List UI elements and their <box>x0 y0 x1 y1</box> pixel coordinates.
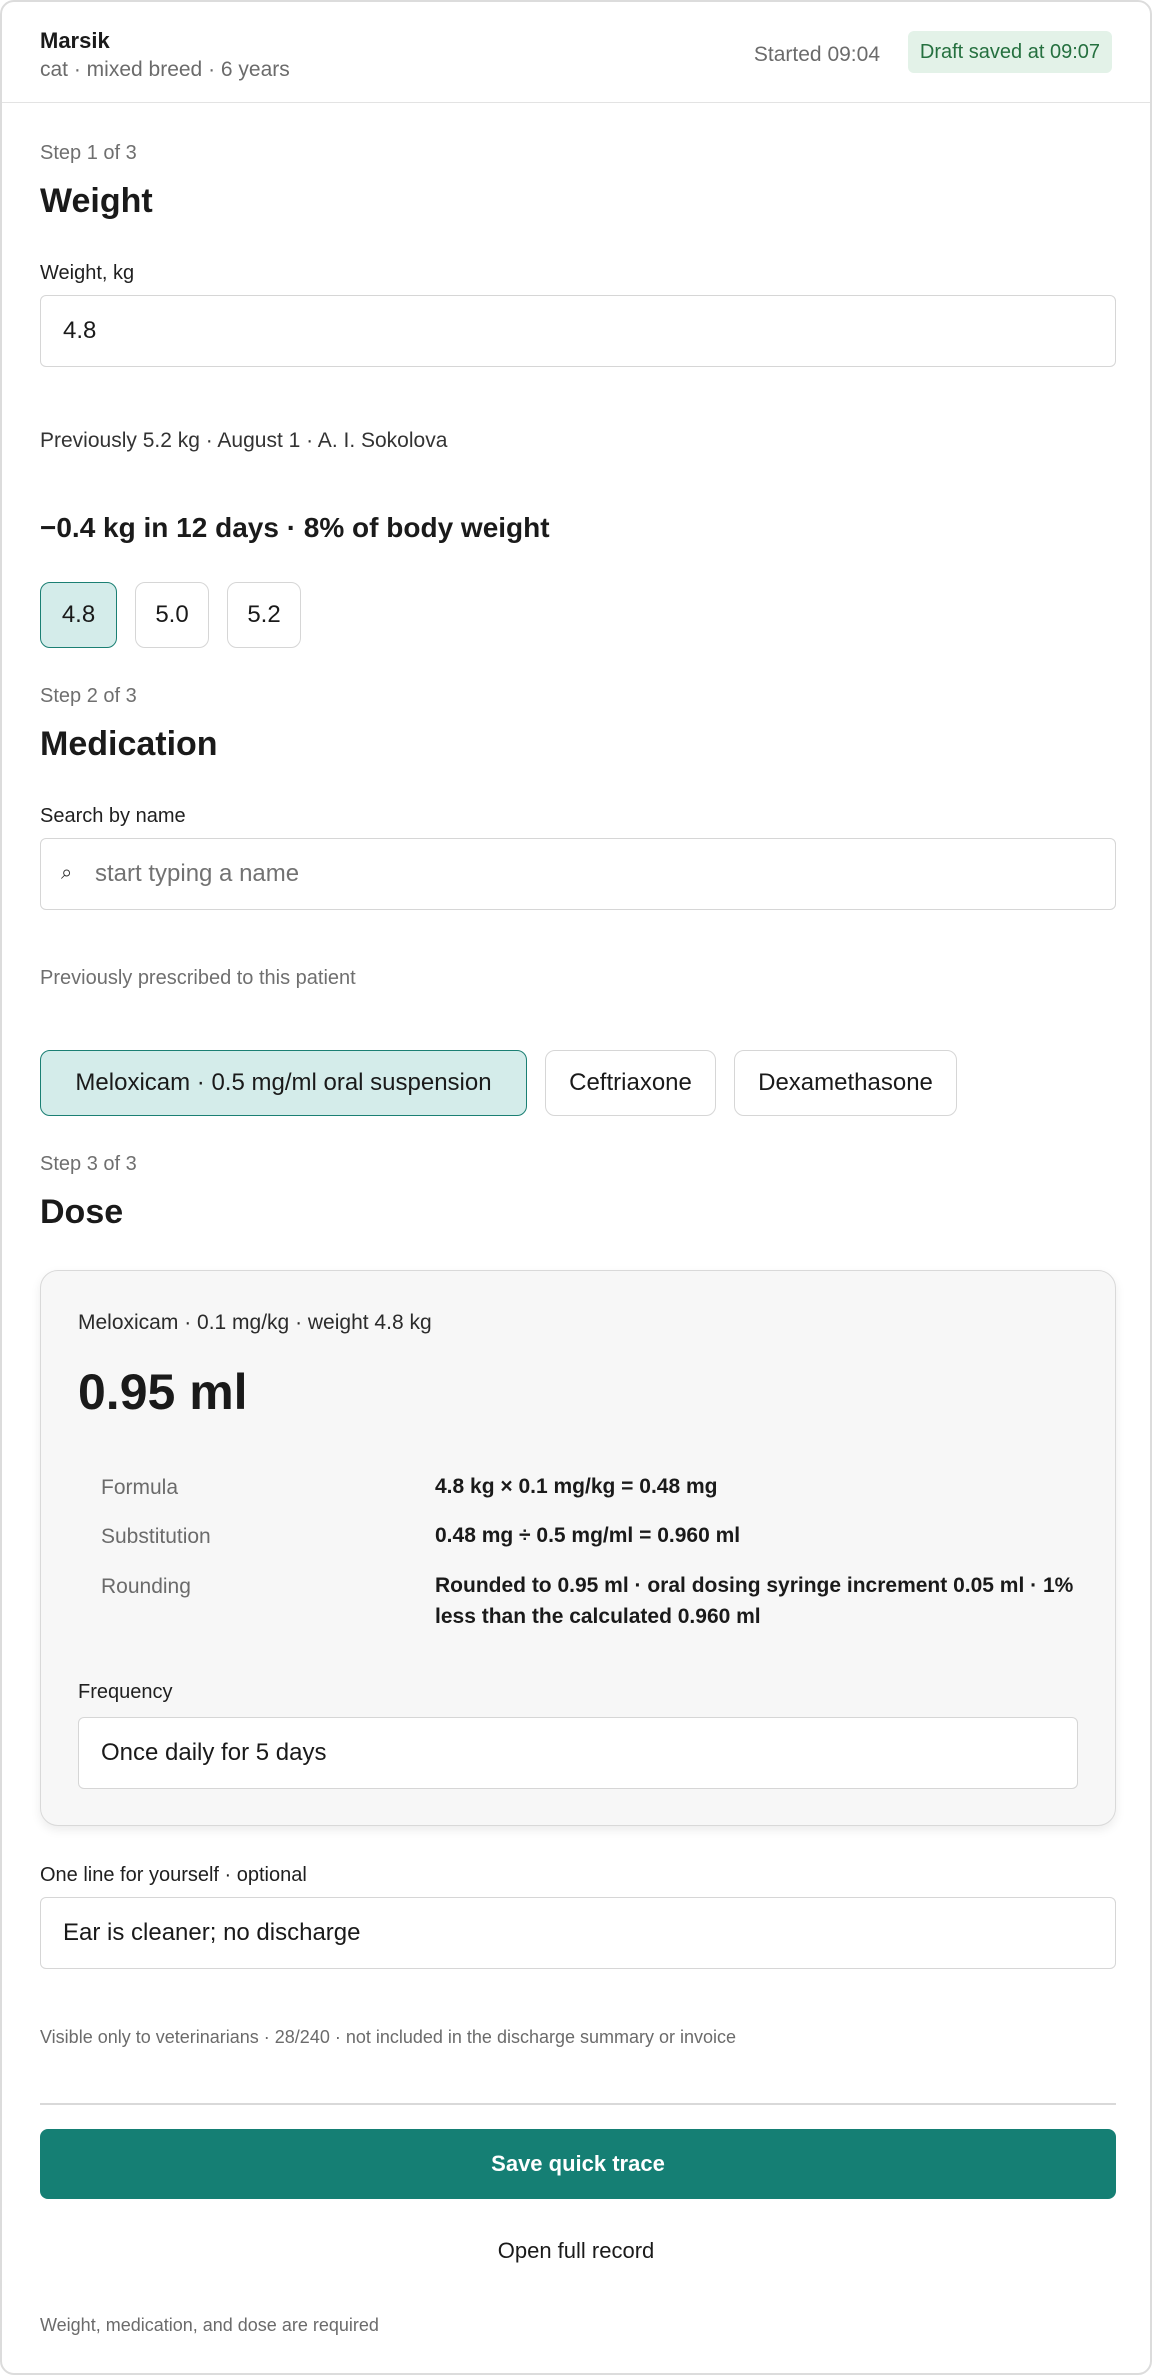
weight-chip-4-8[interactable]: 4.8 <box>40 582 117 648</box>
quick-trace-panel: Marsik cat · mixed breed · 6 years Start… <box>0 0 1152 2375</box>
dose-subtitle: Meloxicam · 0.1 mg/kg · weight 4.8 kg <box>78 1311 432 1334</box>
previous-weight: Previously 5.2 kg · August 1 · A. I. Sok… <box>40 429 448 452</box>
weight-field-label: Weight, kg <box>40 262 135 284</box>
medication-search-input[interactable]: ⌕ start typing a name <box>40 838 1116 910</box>
substitution-value: 0.48 mg ÷ 0.5 mg/ml = 0.960 ml <box>435 1524 741 1547</box>
weight-input[interactable]: 4.8 <box>40 295 1116 367</box>
frequency-input[interactable]: Once daily for 5 days <box>78 1717 1078 1789</box>
note-input[interactable]: Ear is cleaner; no discharge <box>40 1897 1116 1969</box>
substitution-key: Substitution <box>101 1525 211 1548</box>
started-time: Started 09:04 <box>753 43 880 66</box>
dose-value: 0.95 ml <box>78 1364 248 1420</box>
dose-card: Meloxicam · 0.1 mg/kg · weight 4.8 kg 0.… <box>40 1270 1116 1826</box>
weight-delta: −0.4 kg in 12 days · 8% of body weight <box>40 512 550 543</box>
patient-meta: cat · mixed breed · 6 years <box>40 58 290 81</box>
patient-name: Marsik <box>40 28 110 53</box>
weight-title: Weight <box>40 182 153 220</box>
open-full-record-link[interactable]: Open full record <box>2 2238 1150 2264</box>
dose-title: Dose <box>40 1193 124 1231</box>
rounding-key: Rounding <box>101 1575 191 1598</box>
weight-chip-5-0[interactable]: 5.0 <box>135 582 209 648</box>
formula-key: Formula <box>101 1476 179 1499</box>
patient-header: Marsik cat · mixed breed · 6 years Start… <box>2 2 1150 103</box>
previously-prescribed-label: Previously prescribed to this patient <box>40 967 356 989</box>
med-chip-dexamethasone[interactable]: Dexamethasone <box>734 1050 957 1116</box>
step2-label: Step 2 of 3 <box>40 685 137 707</box>
med-chip-meloxicam[interactable]: Meloxicam · 0.5 mg/ml oral suspension <box>40 1050 527 1116</box>
required-fields-note: Weight, medication, and dose are require… <box>40 2315 379 2335</box>
frequency-label: Frequency <box>78 1681 173 1703</box>
search-placeholder: start typing a name <box>95 860 300 887</box>
search-label: Search by name <box>40 805 186 827</box>
draft-status-badge: Draft saved at 09:07 <box>907 31 1112 73</box>
rounding-value: Rounded to 0.95 ml · oral dosing syringe… <box>435 1574 1074 1628</box>
save-quick-trace-button[interactable]: Save quick trace <box>40 2129 1116 2199</box>
med-chip-ceftriaxone[interactable]: Ceftriaxone <box>545 1050 716 1116</box>
step3-label: Step 3 of 3 <box>40 1153 137 1175</box>
step1-label: Step 1 of 3 <box>40 142 137 164</box>
note-label: One line for yourself · optional <box>40 1864 307 1886</box>
medication-title: Medication <box>40 725 218 763</box>
formula-value: 4.8 kg × 0.1 mg/kg = 0.48 mg <box>435 1475 718 1498</box>
weight-chip-5-2[interactable]: 5.2 <box>227 582 301 648</box>
search-icon: ⌕ <box>61 862 73 884</box>
note-helper-text: Visible only to veterinarians · 28/240 ·… <box>40 2027 737 2047</box>
divider <box>40 2103 1116 2105</box>
